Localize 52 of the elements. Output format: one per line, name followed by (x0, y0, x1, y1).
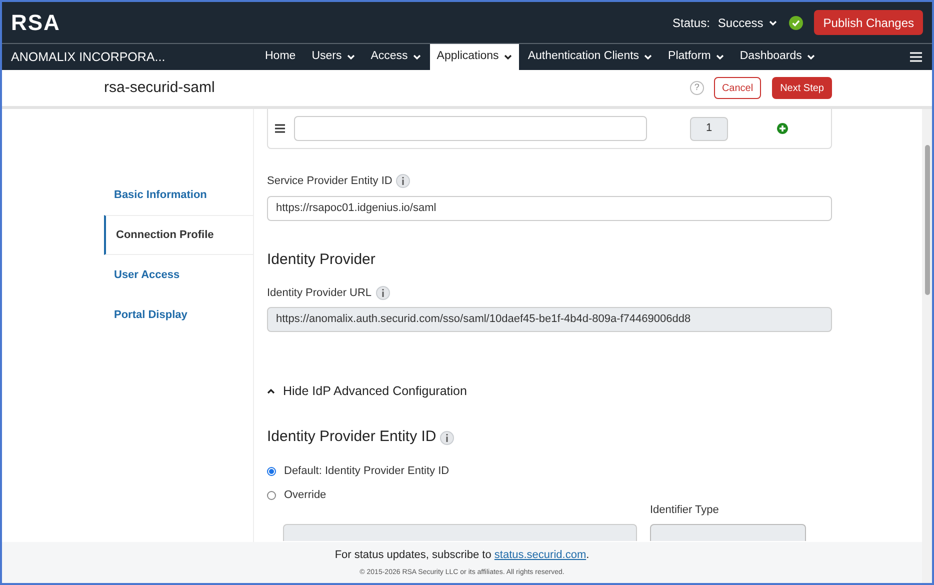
field-label: Identity Provider URL (267, 286, 372, 301)
input-field[interactable]: https://rsapoc01.idgenius.io/saml (267, 196, 832, 220)
chevron-down-icon (346, 54, 355, 60)
radio-label: Override (284, 488, 326, 504)
nav-tab[interactable]: Home (258, 44, 303, 70)
radio-button[interactable] (267, 466, 276, 476)
section-heading: Identity Provider (267, 250, 376, 270)
organization-name: ANOMALIX INCORPORA... (11, 48, 166, 66)
nav-tab[interactable]: Users (304, 44, 362, 70)
drag-handle-icon[interactable] (275, 124, 285, 133)
sidebar-item[interactable]: Basic Information (104, 175, 253, 215)
nav-tab[interactable]: Applications (430, 44, 519, 70)
nav-tab[interactable]: Access (364, 44, 428, 70)
next-step-button[interactable]: Next Step (772, 77, 832, 99)
status-label: Status: (672, 14, 710, 32)
chevron-down-icon (412, 54, 421, 60)
input-field: https://anomalix.auth.securid.com/sso/saml/10daef45-be1f-4b4d-809a-f74469006dd8 (267, 306, 832, 332)
publish-changes-button[interactable]: Publish Changes (814, 10, 923, 35)
page-title: rsa-securid-saml (104, 78, 215, 98)
advanced-toggle[interactable]: Hide IdP Advanced Configuration (267, 382, 467, 400)
chevron-down-icon (644, 54, 652, 60)
menu-icon[interactable] (910, 52, 922, 62)
order-number: 1 (690, 116, 728, 140)
info-icon[interactable] (440, 430, 454, 444)
footer-text: For status updates, subscribe to status.securid.com. (334, 548, 590, 563)
chevron-down-icon (716, 54, 724, 60)
override-input-field[interactable] (283, 524, 637, 542)
logo[interactable]: RSA (11, 6, 60, 39)
field-label: Identifier Type (650, 502, 720, 518)
chevron-down-icon (504, 54, 512, 60)
chevron-up-icon (267, 388, 275, 394)
radio-button[interactable] (267, 491, 276, 500)
nav-tab[interactable]: Platform (661, 44, 731, 70)
field-label: Service Provider Entity ID (267, 174, 392, 189)
help-button[interactable]: ? (690, 81, 704, 95)
nav-tab[interactable]: Authentication Clients (520, 44, 660, 70)
nav-tab[interactable]: Dashboards (732, 44, 822, 70)
section-heading: Identity Provider Entity ID (267, 427, 436, 448)
info-icon[interactable] (376, 286, 390, 300)
radio-label: Default: Identity Provider Entity ID (284, 464, 450, 479)
sidebar-item[interactable]: Connection Profile (104, 215, 253, 255)
chevron-down-icon (769, 20, 778, 26)
add-icon[interactable] (777, 123, 788, 134)
status-dropdown[interactable]: Success (718, 14, 778, 32)
status-link[interactable]: status.securid.com (494, 549, 586, 561)
info-icon[interactable] (396, 174, 410, 188)
cancel-button[interactable]: Cancel (714, 77, 762, 99)
chevron-down-icon (806, 54, 815, 60)
success-check-icon (789, 16, 804, 30)
input-field[interactable] (294, 116, 647, 141)
sidebar-item[interactable]: Portal Display (104, 295, 253, 335)
sidebar-item[interactable]: User Access (104, 255, 253, 295)
